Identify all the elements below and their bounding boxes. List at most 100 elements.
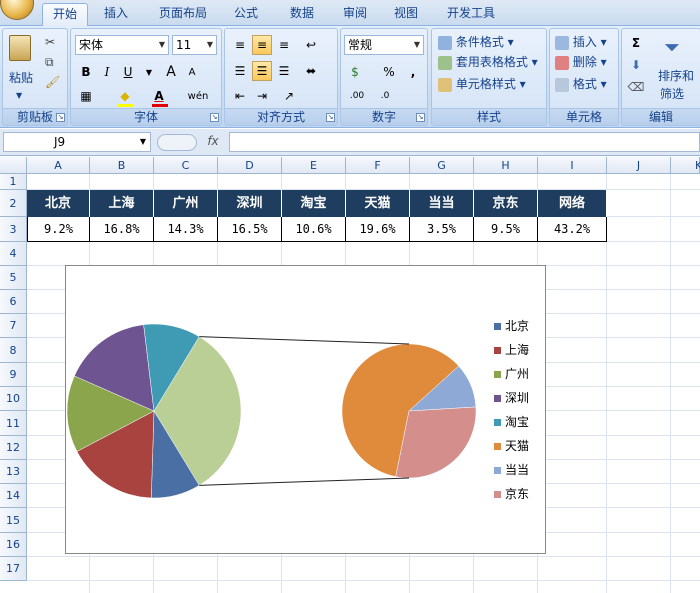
underline-dropdown-icon[interactable]: ▼ bbox=[139, 62, 159, 82]
table-value-cell[interactable]: 43.2% bbox=[538, 217, 607, 242]
underline-button[interactable]: U bbox=[118, 62, 138, 82]
fill-color-icon[interactable]: ◆ bbox=[115, 86, 135, 106]
borders-icon[interactable]: ▦ bbox=[76, 86, 96, 106]
row-header[interactable]: 15 bbox=[0, 508, 27, 533]
align-right-icon[interactable]: ☰ bbox=[274, 61, 294, 81]
row-header[interactable]: 11 bbox=[0, 411, 27, 436]
column-header[interactable]: C bbox=[154, 157, 218, 174]
paste-dropdown-icon[interactable]: ▼ bbox=[16, 87, 22, 105]
table-value-cell[interactable]: 14.3% bbox=[154, 217, 218, 242]
name-box[interactable]: J9 ▼ bbox=[3, 132, 151, 152]
clipboard-launcher-icon[interactable]: ↘ bbox=[56, 113, 65, 122]
format-painter-icon[interactable]: 🖌 bbox=[45, 73, 60, 91]
table-header-cell[interactable]: 北京 bbox=[27, 190, 90, 217]
orientation-icon[interactable]: ↗ bbox=[279, 86, 299, 106]
chart-plot-area[interactable] bbox=[66, 266, 547, 555]
secondary-slice-7[interactable] bbox=[395, 406, 477, 479]
autosum-button[interactable]: Σ bbox=[626, 33, 646, 53]
tab-formulas[interactable]: 公式 bbox=[226, 3, 266, 26]
decrease-indent-icon[interactable]: ⇤ bbox=[230, 86, 250, 106]
font-launcher-icon[interactable]: ↘ bbox=[210, 113, 219, 122]
align-bottom-icon[interactable]: ≡ bbox=[274, 35, 294, 55]
number-format-combo[interactable]: 常规 ▼ bbox=[344, 35, 424, 55]
row-header[interactable]: 7 bbox=[0, 314, 27, 338]
row-header[interactable]: 16 bbox=[0, 533, 27, 557]
cut-icon[interactable]: ✂ bbox=[45, 33, 55, 51]
align-center-icon[interactable]: ☰ bbox=[252, 61, 272, 81]
table-header-cell[interactable]: 网络 bbox=[538, 190, 607, 217]
font-size-combo[interactable]: 11 ▼ bbox=[172, 35, 217, 55]
column-header[interactable]: F bbox=[346, 157, 410, 174]
legend-entry[interactable]: 当当 bbox=[494, 461, 529, 479]
filter-label[interactable]: 筛选 bbox=[660, 85, 684, 103]
pie-of-pie-chart[interactable]: 北京 上海 广州 深圳 淘宝 天猫 当当 京东 bbox=[65, 265, 546, 554]
phonetic-button[interactable]: wén bbox=[184, 86, 212, 106]
column-header[interactable]: I bbox=[538, 157, 607, 174]
shrink-font-button[interactable]: A bbox=[182, 62, 202, 82]
clear-icon[interactable]: ⌫ bbox=[626, 77, 646, 97]
table-value-cell[interactable]: 19.6% bbox=[346, 217, 410, 242]
merge-center-icon[interactable]: ⬌ bbox=[301, 61, 321, 81]
tab-review[interactable]: 审阅 bbox=[335, 3, 375, 26]
legend-entry[interactable]: 北京 bbox=[494, 317, 529, 335]
row-header[interactable]: 9 bbox=[0, 363, 27, 387]
table-header-cell[interactable]: 深圳 bbox=[218, 190, 282, 217]
table-header-cell[interactable]: 天猫 bbox=[346, 190, 410, 217]
decrease-decimal-icon[interactable]: .0 bbox=[373, 86, 397, 106]
insert-function-button[interactable]: fx bbox=[200, 134, 226, 151]
table-header-cell[interactable]: 上海 bbox=[90, 190, 154, 217]
insert-cells-button[interactable]: 插入 ▾ bbox=[555, 33, 607, 51]
table-header-cell[interactable]: 当当 bbox=[410, 190, 474, 217]
legend-entry[interactable]: 上海 bbox=[494, 341, 529, 359]
increase-decimal-icon[interactable]: .00 bbox=[345, 86, 369, 106]
wrap-text-icon[interactable]: ↩ bbox=[301, 35, 321, 55]
italic-button[interactable]: I bbox=[97, 62, 117, 82]
align-left-icon[interactable]: ☰ bbox=[230, 61, 250, 81]
tab-insert[interactable]: 插入 bbox=[97, 3, 135, 26]
format-cells-button[interactable]: 格式 ▾ bbox=[555, 75, 607, 93]
table-value-cell[interactable]: 10.6% bbox=[282, 217, 346, 242]
cell-styles-button[interactable]: 单元格样式 ▾ bbox=[438, 75, 526, 93]
column-header[interactable]: H bbox=[474, 157, 538, 174]
row-header[interactable]: 1 bbox=[0, 174, 27, 190]
row-header[interactable]: 3 bbox=[0, 217, 27, 242]
row-header[interactable]: 5 bbox=[0, 266, 27, 290]
fill-icon[interactable]: ⬇ bbox=[626, 55, 646, 75]
select-all-corner[interactable] bbox=[0, 157, 27, 174]
tab-home[interactable]: 开始 bbox=[42, 3, 88, 26]
row-header[interactable]: 2 bbox=[0, 190, 27, 217]
conditional-format-button[interactable]: 条件格式 ▾ bbox=[438, 33, 514, 51]
legend-entry[interactable]: 深圳 bbox=[494, 389, 529, 407]
column-header[interactable]: G bbox=[410, 157, 474, 174]
row-header[interactable]: 4 bbox=[0, 242, 27, 266]
tab-developer[interactable]: 开发工具 bbox=[439, 3, 503, 26]
column-header[interactable]: B bbox=[90, 157, 154, 174]
grow-font-button[interactable]: A bbox=[161, 62, 181, 82]
align-middle-icon[interactable]: ≡ bbox=[252, 35, 272, 55]
legend-entry[interactable]: 淘宝 bbox=[494, 413, 529, 431]
number-launcher-icon[interactable]: ↘ bbox=[416, 113, 425, 122]
accounting-format-icon[interactable]: $ bbox=[345, 62, 365, 82]
table-header-cell[interactable]: 淘宝 bbox=[282, 190, 346, 217]
table-header-cell[interactable]: 京东 bbox=[474, 190, 538, 217]
table-value-cell[interactable]: 16.5% bbox=[218, 217, 282, 242]
row-header[interactable]: 17 bbox=[0, 557, 27, 581]
font-name-combo[interactable]: 宋体 ▼ bbox=[75, 35, 169, 55]
column-header[interactable]: E bbox=[282, 157, 346, 174]
tab-view[interactable]: 视图 bbox=[386, 3, 426, 26]
copy-icon[interactable]: ⧉ bbox=[45, 53, 54, 71]
sort-filter-icon[interactable]: ⏷ bbox=[664, 35, 686, 65]
delete-cells-button[interactable]: 删除 ▾ bbox=[555, 53, 607, 71]
formula-bar-toggle[interactable] bbox=[157, 134, 197, 151]
row-header[interactable]: 12 bbox=[0, 436, 27, 460]
table-value-cell[interactable]: 9.2% bbox=[27, 217, 90, 242]
percent-style-button[interactable]: % bbox=[379, 62, 399, 82]
table-header-cell[interactable]: 广州 bbox=[154, 190, 218, 217]
alignment-launcher-icon[interactable]: ↘ bbox=[326, 113, 335, 122]
font-color-button[interactable]: A bbox=[149, 86, 169, 106]
bold-button[interactable]: B bbox=[76, 62, 96, 82]
column-header[interactable]: D bbox=[218, 157, 282, 174]
row-header[interactable]: 10 bbox=[0, 387, 27, 411]
table-value-cell[interactable]: 16.8% bbox=[90, 217, 154, 242]
legend-entry[interactable]: 京东 bbox=[494, 485, 529, 503]
